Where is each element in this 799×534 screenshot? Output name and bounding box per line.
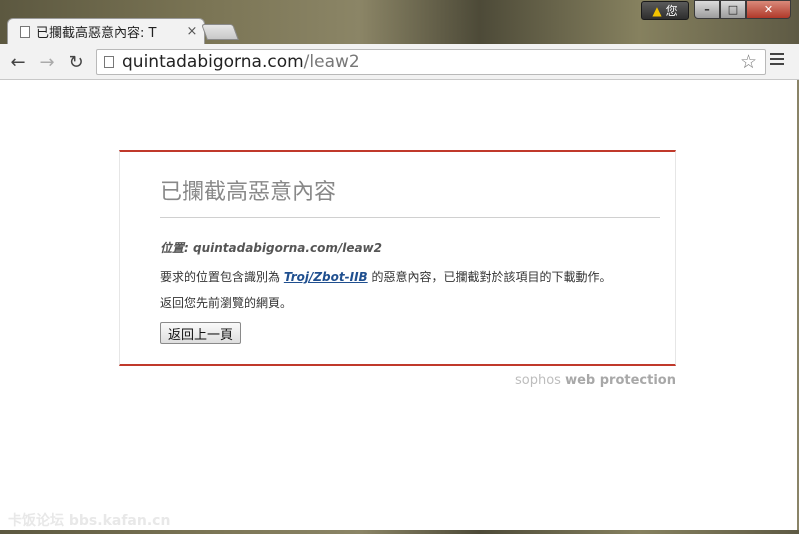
profile-badge[interactable]: ▲ 您 — [641, 1, 689, 20]
tab-title: 已攔截高惡意內容: T — [36, 26, 157, 41]
location-value: quintadabigorna.com/leaw2 — [193, 241, 382, 255]
minimize-button[interactable]: – — [694, 0, 720, 19]
maximize-button[interactable]: □ — [720, 0, 746, 19]
location-line: 位置: quintadabigorna.com/leaw2 — [160, 239, 382, 256]
profile-name: 您 — [665, 4, 678, 18]
new-tab-button[interactable] — [201, 24, 239, 40]
block-notice: 已攔截高惡意內容 位置: quintadabigorna.com/leaw2 要… — [119, 150, 676, 366]
browser-tab[interactable]: 已攔截高惡意內容: T × — [7, 18, 205, 44]
divider — [160, 217, 660, 218]
title-bar: ▲ 您 – □ ✕ 已攔截高惡意內容: T × — [0, 0, 799, 44]
warning-icon: ▲ — [652, 3, 662, 18]
location-label: 位置: — [160, 241, 189, 255]
message-prefix: 要求的位置包含識別為 — [160, 270, 284, 284]
back-arrow-icon[interactable]: ← — [6, 50, 30, 74]
address-bar[interactable]: quintadabigorna.com/leaw2 ☆ — [96, 49, 766, 75]
browser-toolbar: ← → ↻ quintadabigorna.com/leaw2 ☆ — [0, 44, 799, 80]
back-instruction: 返回您先前瀏覽的網頁。 — [160, 296, 293, 310]
page-icon — [104, 56, 114, 68]
close-window-button[interactable]: ✕ — [746, 0, 791, 19]
page-title: 已攔截高惡意內容 — [160, 180, 337, 205]
brand-product: web protection — [565, 373, 676, 388]
url-host: quintadabigorna.com — [122, 52, 304, 72]
threat-link[interactable]: Troj/Zbot-IIB — [284, 270, 368, 284]
block-message: 要求的位置包含識別為 Troj/Zbot-IIB 的惡意內容，已攔截對於該項目的… — [160, 268, 612, 285]
page-content: 已攔截高惡意內容 位置: quintadabigorna.com/leaw2 要… — [0, 80, 797, 530]
sophos-brand: sophos web protection — [515, 373, 676, 388]
brand-name: sophos — [515, 373, 566, 388]
url-path: /leaw2 — [303, 52, 360, 72]
window-controls: – □ ✕ — [694, 0, 791, 20]
back-button[interactable]: 返回上一頁 — [160, 322, 242, 344]
reload-icon[interactable]: ↻ — [64, 50, 88, 74]
bookmark-star-icon[interactable]: ☆ — [740, 51, 757, 73]
menu-icon[interactable] — [770, 53, 784, 68]
page-icon — [20, 25, 30, 38]
forward-arrow-icon[interactable]: → — [35, 50, 59, 74]
tab-close-icon[interactable]: × — [186, 24, 198, 39]
watermark: 卡饭论坛 bbs.kafan.cn — [8, 513, 171, 529]
message-suffix: 的惡意內容，已攔截對於該項目的下載動作。 — [367, 270, 612, 284]
